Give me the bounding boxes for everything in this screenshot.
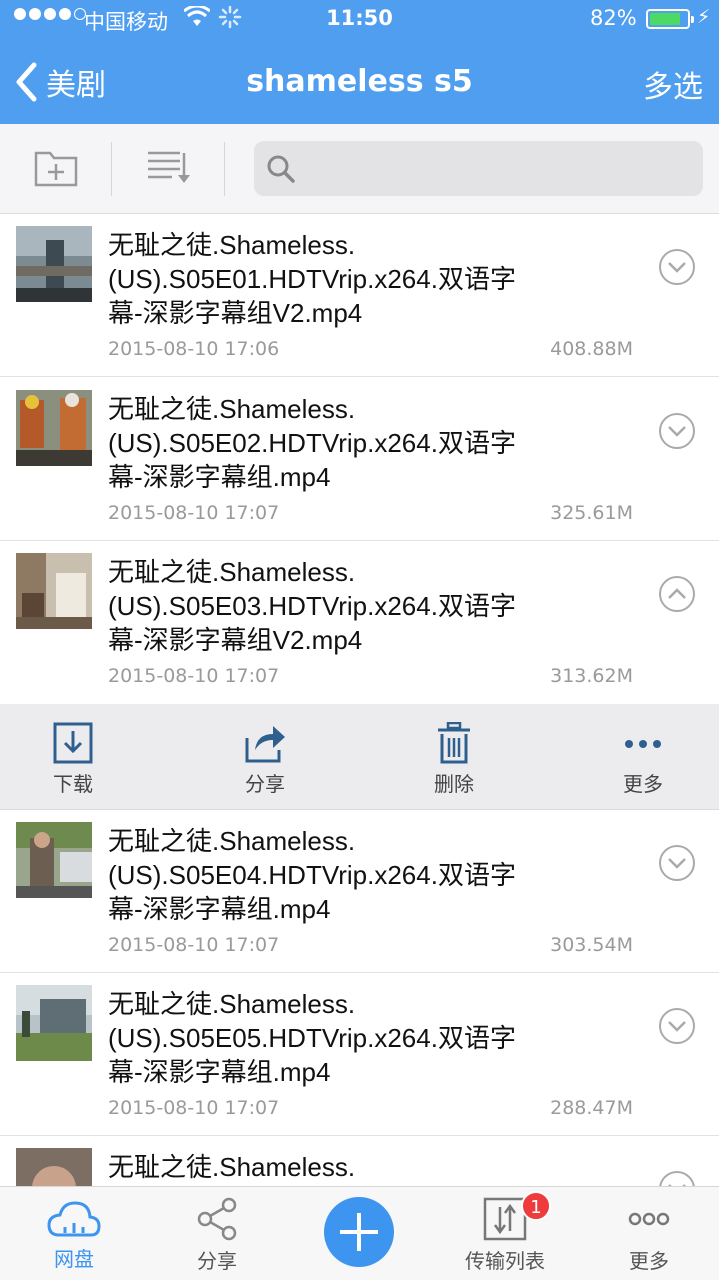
file-size: 313.62M	[550, 665, 633, 687]
file-size: 303.54M	[550, 934, 633, 956]
charging-icon: ⚡	[697, 6, 711, 28]
sort-icon	[148, 151, 190, 183]
search-icon	[267, 155, 295, 183]
battery-percent: 82%	[590, 6, 637, 30]
video-thumbnail	[16, 1148, 92, 1186]
plus-icon	[340, 1213, 378, 1251]
toolbar	[0, 124, 719, 214]
collapse-button[interactable]	[658, 575, 696, 617]
file-size: 288.47M	[550, 1097, 633, 1119]
chevron-down-icon	[659, 249, 695, 285]
file-date: 2015-08-10 17:07	[108, 665, 280, 687]
transfer-badge: 1	[521, 1191, 551, 1221]
expand-button[interactable]	[658, 248, 696, 290]
download-button[interactable]: 下载	[18, 722, 128, 797]
file-size: 325.61M	[550, 502, 633, 524]
chevron-down-icon	[659, 413, 695, 449]
file-date: 2015-08-10 17:07	[108, 934, 280, 956]
file-date: 2015-08-10 17:07	[108, 1097, 280, 1119]
add-button[interactable]	[324, 1197, 394, 1267]
more-dots-icon	[628, 1212, 670, 1226]
expand-button[interactable]	[658, 1007, 696, 1049]
chevron-up-icon	[659, 576, 695, 612]
expand-button[interactable]	[658, 1170, 696, 1186]
tab-more[interactable]: 更多	[594, 1197, 704, 1274]
page-title: shameless s5	[246, 64, 473, 99]
more-actions-button[interactable]: 更多	[588, 722, 698, 797]
status-bar: 中国移动 11:50 82% ⚡	[0, 0, 719, 40]
file-date: 2015-08-10 17:06	[108, 338, 280, 360]
divider	[111, 142, 112, 196]
file-name: 无耻之徒.Shameless. (US).S05E01.HDTVrip.x264.…	[108, 230, 516, 328]
sort-button[interactable]	[146, 149, 190, 189]
video-thumbnail	[16, 226, 92, 302]
tab-transfer-label: 传输列表	[465, 1249, 545, 1273]
share-label: 分享	[245, 772, 285, 796]
file-date: 2015-08-10 17:07	[108, 502, 280, 524]
tab-share[interactable]: 分享	[162, 1197, 272, 1274]
expand-button[interactable]	[658, 412, 696, 454]
video-thumbnail	[16, 553, 92, 629]
file-row[interactable]: 无耻之徒.Shameless. (US).S05E05.HDTVrip.x264.…	[0, 973, 719, 1136]
video-thumbnail	[16, 822, 92, 898]
tab-cloud-label: 网盘	[54, 1247, 94, 1271]
search-input[interactable]	[310, 151, 690, 186]
more-label: 更多	[623, 772, 663, 796]
tab-more-label: 更多	[629, 1249, 669, 1273]
multi-select-button[interactable]: 多选	[643, 62, 703, 106]
more-dots-icon	[625, 740, 661, 748]
chevron-down-icon	[659, 1171, 695, 1186]
expand-button[interactable]	[658, 844, 696, 886]
share-icon	[245, 726, 285, 763]
file-row[interactable]: 无耻之徒.Shameless. (US).S05E02.HDTVrip.x264.…	[0, 378, 719, 541]
file-size: 408.88M	[550, 338, 633, 360]
tab-share-label: 分享	[197, 1249, 237, 1273]
new-folder-icon	[34, 151, 78, 187]
file-name: 无耻之徒.Shameless.	[108, 1152, 356, 1182]
header: 中国移动 11:50 82% ⚡ 美剧 shameless s5 多选	[0, 0, 719, 124]
trash-icon	[438, 722, 470, 764]
delete-button[interactable]: 删除	[399, 722, 509, 797]
download-icon	[53, 722, 93, 764]
chevron-down-icon	[659, 845, 695, 881]
file-row[interactable]: 无耻之徒.Shameless. (US).S05E01.HDTVrip.x264.…	[0, 214, 719, 377]
file-actions-bar: 下载 分享 删除 更多	[0, 704, 719, 810]
delete-label: 删除	[434, 772, 474, 796]
file-name: 无耻之徒.Shameless. (US).S05E04.HDTVrip.x264.…	[108, 826, 516, 924]
file-row[interactable]: 无耻之徒.Shameless. (US).S05E04.HDTVrip.x264.…	[0, 810, 719, 973]
file-name: 无耻之徒.Shameless. (US).S05E02.HDTVrip.x264.…	[108, 394, 516, 492]
search-box[interactable]	[254, 141, 703, 196]
tab-bar: 网盘 分享 传输列表 1 更多	[0, 1186, 719, 1280]
video-thumbnail	[16, 985, 92, 1061]
file-row[interactable]: 无耻之徒.Shameless. (US).S05E03.HDTVrip.x264.…	[0, 541, 719, 704]
file-row[interactable]: 无耻之徒.Shameless.	[0, 1136, 719, 1186]
file-name: 无耻之徒.Shameless. (US).S05E03.HDTVrip.x264.…	[108, 557, 516, 655]
video-thumbnail	[16, 390, 92, 466]
share-nodes-icon	[197, 1197, 237, 1241]
tab-cloud[interactable]: 网盘	[19, 1197, 129, 1272]
share-button[interactable]: 分享	[210, 722, 320, 797]
new-folder-button[interactable]	[34, 149, 78, 191]
battery-icon	[646, 9, 694, 29]
file-name: 无耻之徒.Shameless. (US).S05E05.HDTVrip.x264.…	[108, 989, 516, 1087]
chevron-down-icon	[659, 1008, 695, 1044]
cloud-icon	[47, 1201, 101, 1237]
download-label: 下载	[53, 772, 93, 796]
nav-bar: 美剧 shameless s5 多选	[0, 40, 719, 124]
divider	[224, 142, 225, 196]
